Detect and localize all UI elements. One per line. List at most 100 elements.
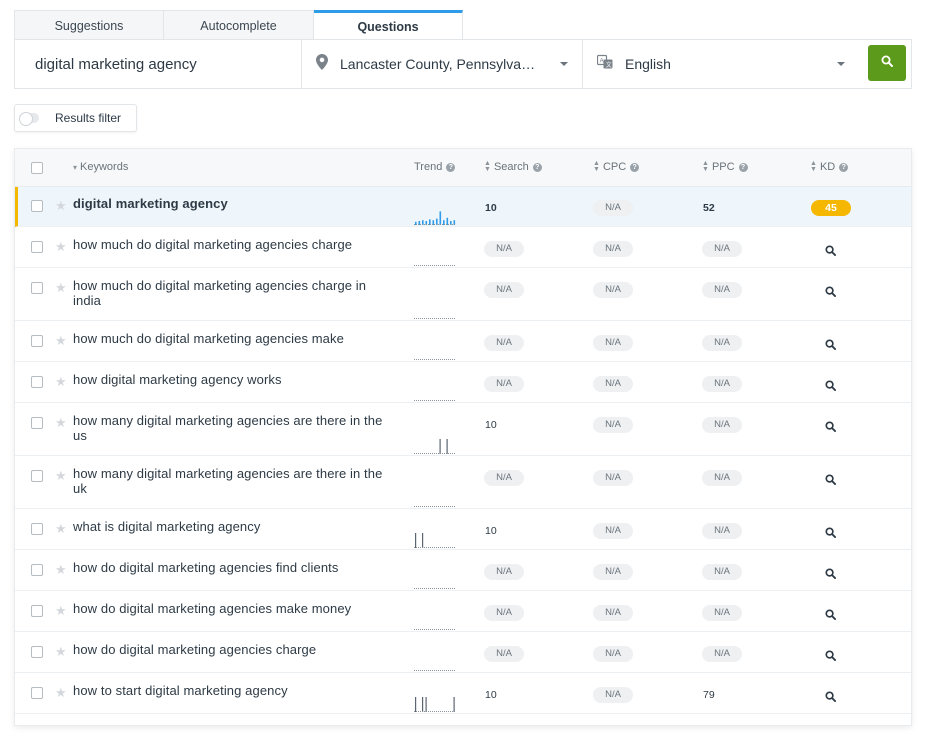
star-icon[interactable]: ★ <box>55 333 67 349</box>
row-checkbox[interactable] <box>31 646 43 658</box>
row-checkbox[interactable] <box>31 200 43 212</box>
keyword-link[interactable]: how do digital marketing agencies charge <box>73 642 393 657</box>
keyword-link[interactable]: digital marketing agency <box>73 196 393 211</box>
trend-sparkline <box>414 265 455 266</box>
trend-baseline-dot <box>416 265 417 266</box>
search-icon[interactable] <box>825 607 836 625</box>
help-icon[interactable]: ? <box>630 162 640 172</box>
trend-baseline-dot <box>414 629 415 630</box>
help-icon[interactable]: ? <box>738 162 748 172</box>
tab-autocomplete[interactable]: Autocomplete <box>164 10 314 40</box>
help-icon[interactable]: ? <box>839 162 849 172</box>
star-icon[interactable]: ★ <box>55 239 67 255</box>
trend-baseline-dot <box>420 453 421 454</box>
tab-suggestions[interactable]: Suggestions <box>14 10 164 40</box>
search-icon[interactable] <box>825 378 836 396</box>
keyword-link[interactable]: how much do digital marketing agencies m… <box>73 331 393 346</box>
keyword-link[interactable]: how much do digital marketing agencies c… <box>73 278 393 308</box>
tab-questions[interactable]: Questions <box>314 10 463 41</box>
trend-baseline-dot <box>438 224 439 225</box>
keyword-link[interactable]: how much do digital marketing agencies c… <box>73 237 393 252</box>
sort-icon: ▲ ▼ <box>593 160 600 173</box>
search-icon[interactable] <box>825 419 836 437</box>
sort-icon: ▲ ▼ <box>702 160 709 173</box>
table-row[interactable]: ★ what is digital marketing agency 10 N/A N/… <box>15 509 911 550</box>
star-icon[interactable]: ★ <box>55 468 67 484</box>
row-checkbox[interactable] <box>31 470 43 482</box>
star-icon[interactable]: ★ <box>55 603 67 619</box>
search-icon[interactable] <box>825 648 836 666</box>
search-volume: 10 <box>485 202 497 214</box>
keyword-link[interactable]: how to start digital marketing agency <box>73 683 393 698</box>
star-icon[interactable]: ★ <box>55 521 67 537</box>
filter-toggle[interactable] <box>19 112 39 126</box>
table-row[interactable]: ★ how much do digital marketing agencies … <box>15 321 911 362</box>
keyword-link[interactable]: how do digital marketing agencies find c… <box>73 560 393 575</box>
row-checkbox[interactable] <box>31 523 43 535</box>
table-row[interactable]: ★ how digital marketing agency works N/A N/… <box>15 362 911 403</box>
search-icon[interactable] <box>825 525 836 543</box>
star-icon[interactable]: ★ <box>55 562 67 578</box>
trend-sparkline <box>414 506 455 507</box>
star-icon[interactable]: ★ <box>55 644 67 660</box>
star-icon[interactable]: ★ <box>55 415 67 431</box>
language-select[interactable]: A 文 English <box>583 40 859 88</box>
trend-baseline-dot <box>430 453 431 454</box>
trend-baseline-dot <box>418 224 419 225</box>
star-icon[interactable]: ★ <box>55 685 67 701</box>
search-icon[interactable] <box>825 472 836 490</box>
row-checkbox[interactable] <box>31 564 43 576</box>
row-checkbox[interactable] <box>31 282 43 294</box>
trend-baseline-dot <box>452 547 453 548</box>
trend-baseline-dot <box>424 359 425 360</box>
row-checkbox[interactable] <box>31 335 43 347</box>
table-row[interactable]: ★ how many digital marketing agencies are… <box>15 403 911 456</box>
row-checkbox[interactable] <box>31 417 43 429</box>
trend-baseline-dot <box>450 400 451 401</box>
search-icon[interactable] <box>825 337 836 355</box>
table-row[interactable]: ★ how do digital marketing agencies charg… <box>15 632 911 673</box>
search-icon[interactable] <box>825 689 836 707</box>
keyword-link[interactable]: how many digital marketing agencies are … <box>73 413 393 443</box>
header-cpc[interactable]: ▲ ▼ CPC ? <box>593 160 640 173</box>
trend-baseline-dot <box>452 629 453 630</box>
keyword-link[interactable]: how many digital marketing agencies are … <box>73 466 393 496</box>
search-button[interactable] <box>868 45 906 81</box>
search-icon[interactable] <box>825 566 836 584</box>
trend-baseline-dot <box>450 265 451 266</box>
star-icon[interactable]: ★ <box>55 280 67 296</box>
keyword-link[interactable]: how do digital marketing agencies make m… <box>73 601 393 616</box>
star-icon[interactable]: ★ <box>55 374 67 390</box>
row-checkbox[interactable] <box>31 376 43 388</box>
search-icon[interactable] <box>825 284 836 302</box>
row-checkbox[interactable] <box>31 687 43 699</box>
keyword-input[interactable] <box>15 40 301 88</box>
trend-bar <box>422 533 424 548</box>
keyword-link[interactable]: what is digital marketing agency <box>73 519 393 534</box>
row-checkbox[interactable] <box>31 605 43 617</box>
table-row[interactable]: ★ how many digital marketing agencies are… <box>15 456 911 509</box>
table-row[interactable]: ★ how do digital marketing agencies make … <box>15 591 911 632</box>
table-row[interactable]: ★ how much do digital marketing agencies … <box>15 227 911 268</box>
ppc-value: 52 <box>703 202 715 214</box>
location-select[interactable]: Lancaster County, Pennsylva… <box>302 40 582 88</box>
trend-baseline-dot <box>426 453 427 454</box>
header-kd[interactable]: ▲ ▼ KD ? <box>810 160 849 173</box>
star-icon[interactable]: ★ <box>55 198 67 214</box>
trend-baseline-dot <box>434 224 435 225</box>
search-icon[interactable] <box>825 243 836 261</box>
trend-baseline-dot <box>430 265 431 266</box>
header-search[interactable]: ▲ ▼ Search ? <box>484 160 542 173</box>
table-row[interactable]: ★ how to start digital marketing agency 10… <box>15 673 911 714</box>
header-keywords[interactable]: ▾ Keywords <box>73 161 128 173</box>
table-row[interactable]: ★ how much do digital marketing agencies … <box>15 268 911 321</box>
select-all-checkbox[interactable] <box>31 162 43 174</box>
keyword-link[interactable]: how digital marketing agency works <box>73 372 393 387</box>
results-filter-button[interactable]: Results filter <box>14 104 137 132</box>
header-ppc[interactable]: ▲ ▼ PPC ? <box>702 160 748 173</box>
help-icon[interactable]: ? <box>446 162 456 172</box>
help-icon[interactable]: ? <box>532 162 542 172</box>
table-row[interactable]: ★ digital marketing agency 10 N/A 52 45 <box>15 187 911 227</box>
row-checkbox[interactable] <box>31 241 43 253</box>
table-row[interactable]: ★ how do digital marketing agencies find … <box>15 550 911 591</box>
